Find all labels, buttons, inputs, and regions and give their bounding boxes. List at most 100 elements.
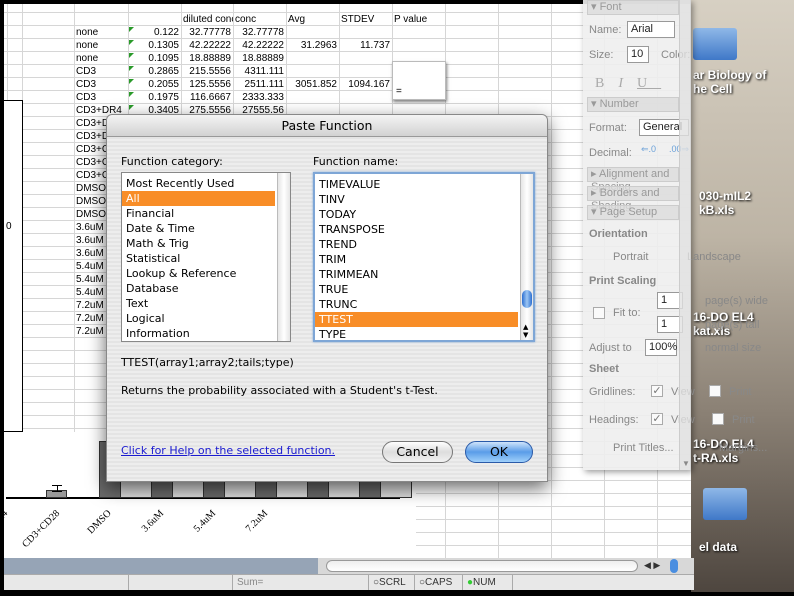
gridlines-print-checkbox[interactable]: [709, 385, 721, 397]
portrait-button[interactable]: Portrait: [613, 251, 648, 263]
error-indicator-icon: [129, 53, 134, 58]
function-item[interactable]: TREND: [315, 237, 518, 252]
category-item[interactable]: Information: [122, 326, 275, 341]
function-item[interactable]: TODAY: [315, 207, 518, 222]
category-list[interactable]: Most Recently Used All Financial Date & Tim…: [121, 172, 291, 342]
ok-button[interactable]: OK: [465, 441, 533, 463]
folder-icon[interactable]: [693, 28, 737, 60]
function-item[interactable]: TTEST: [315, 312, 518, 327]
font-section-header[interactable]: ▾ Font: [587, 0, 679, 15]
adjust-to-input[interactable]: 100%: [645, 339, 677, 356]
column-header-cell[interactable]: diluted conc: [181, 13, 233, 26]
cancel-button[interactable]: Cancel: [382, 441, 453, 463]
desktop-item-label[interactable]: ar Biology of: [693, 68, 766, 82]
landscape-button[interactable]: Landscape: [687, 251, 741, 263]
value-cell[interactable]: 42.22222: [181, 39, 233, 52]
alignment-section-header[interactable]: ▸ Alignment and Spacing: [587, 167, 679, 193]
category-label: Function category:: [121, 155, 223, 168]
chart-plot-edge[interactable]: 0: [4, 100, 23, 432]
value-cell[interactable]: 0.1095: [128, 52, 181, 65]
value-cell[interactable]: 0.2055: [128, 78, 181, 91]
column-header-cell[interactable]: conc: [233, 13, 286, 26]
value-cell[interactable]: 32.77778: [233, 26, 286, 39]
increase-decimal-icon[interactable]: ⇐.0: [641, 144, 656, 155]
category-item[interactable]: Financial: [122, 206, 275, 221]
value-cell[interactable]: 2511.111: [233, 78, 286, 91]
category-item[interactable]: Text: [122, 296, 275, 311]
column-header-cell[interactable]: Avg: [286, 13, 339, 26]
category-item[interactable]: Logical: [122, 311, 275, 326]
pages-wide-label: page(s) wide: [705, 295, 768, 307]
value-cell[interactable]: 0.1305: [128, 39, 181, 52]
category-item[interactable]: All: [122, 191, 275, 206]
value-cell[interactable]: 42.22222: [233, 39, 286, 52]
value-cell[interactable]: 18.88889: [181, 52, 233, 65]
scroll-track[interactable]: [326, 560, 638, 572]
format-label: Format:: [589, 122, 627, 134]
category-item[interactable]: Lookup & Reference: [122, 266, 275, 281]
gridlines-label: Gridlines:: [589, 386, 636, 398]
scroll-thumb[interactable]: [522, 290, 532, 308]
function-item[interactable]: TIMEVALUE: [315, 177, 518, 192]
headings-print-checkbox[interactable]: [712, 413, 724, 425]
borders-section-header[interactable]: ▸ Borders and Shading: [587, 186, 679, 212]
function-item[interactable]: TRIM: [315, 252, 518, 267]
category-item[interactable]: Math & Trig: [122, 236, 275, 251]
value-cell[interactable]: 2333.333: [233, 91, 286, 104]
category-scrollbar[interactable]: [277, 173, 290, 341]
font-name-input[interactable]: Arial: [627, 21, 675, 38]
split-handle[interactable]: [670, 559, 678, 573]
column-header-cell[interactable]: P value: [392, 13, 445, 26]
column-header-cell[interactable]: STDEV: [339, 13, 392, 26]
font-size-input[interactable]: 10: [627, 46, 649, 63]
desktop-item-label[interactable]: he Cell: [693, 82, 732, 96]
function-item[interactable]: TYPE: [315, 327, 518, 340]
headings-label: Headings:: [589, 414, 639, 426]
value-cell[interactable]: 0.2865: [128, 65, 181, 78]
palette-scrollbar[interactable]: ▼: [679, 0, 691, 470]
pages-tall-label: page(s) tall: [705, 319, 760, 331]
value-cell[interactable]: 116.6667: [181, 91, 233, 104]
value-cell[interactable]: 3051.852: [286, 78, 339, 91]
desktop-item-label[interactable]: 030-mIL2: [699, 189, 751, 203]
value-cell[interactable]: 0.122: [128, 26, 181, 39]
fit-to-checkbox[interactable]: [593, 307, 605, 319]
folder-icon[interactable]: [703, 488, 747, 520]
category-item[interactable]: Date & Time: [122, 221, 275, 236]
value-cell[interactable]: 11.737: [339, 39, 392, 52]
font-style-buttons[interactable]: BIU: [595, 76, 661, 92]
value-cell[interactable]: 0.1975: [128, 91, 181, 104]
function-item[interactable]: TINV: [315, 192, 518, 207]
category-item[interactable]: Statistical: [122, 251, 275, 266]
value-cell[interactable]: 31.2963: [286, 39, 339, 52]
scroll-left-arrow-icon[interactable]: ◀ ▶: [644, 560, 660, 571]
active-cell-editor[interactable]: =: [392, 61, 446, 100]
headings-view-checkbox[interactable]: ✓: [651, 413, 663, 425]
print-titles-button[interactable]: Print Titles...: [613, 442, 674, 454]
gridlines-view-checkbox[interactable]: ✓: [651, 385, 663, 397]
category-item[interactable]: Most Recently Used: [122, 176, 275, 191]
function-list[interactable]: TIMEVALUE TINV TODAY TRANSPOSE TREND TRIM TRIM…: [313, 172, 535, 342]
value-cell[interactable]: 215.5556: [181, 65, 233, 78]
category-item[interactable]: Database: [122, 281, 275, 296]
value-cell[interactable]: 125.5556: [181, 78, 233, 91]
desktop-item-label[interactable]: el data: [699, 540, 737, 554]
scrl-indicator: ○SCRL: [368, 575, 414, 590]
function-item[interactable]: TRUE: [315, 282, 518, 297]
value-cell[interactable]: 1094.167: [339, 78, 392, 91]
value-cell[interactable]: 18.88889: [233, 52, 286, 65]
help-link[interactable]: Click for Help on the selected function.: [121, 444, 335, 457]
function-item[interactable]: TRIMMEAN: [315, 267, 518, 282]
horizontal-scrollbar[interactable]: ◀ ▶: [4, 558, 694, 574]
number-section-header[interactable]: ▾ Number: [587, 97, 679, 112]
function-item[interactable]: TRUNC: [315, 297, 518, 312]
print-scaling-label: Print Scaling: [589, 275, 657, 287]
value-cell[interactable]: 32.77778: [181, 26, 233, 39]
function-description: Returns the probability associated with …: [121, 384, 438, 397]
function-item[interactable]: TRANSPOSE: [315, 222, 518, 237]
value-cell[interactable]: 4311.111: [233, 65, 286, 78]
margins-button[interactable]: Margins...: [719, 442, 767, 454]
page-setup-section-header[interactable]: ▾ Page Setup: [587, 205, 679, 220]
function-scrollbar[interactable]: ▲ ▼: [520, 174, 533, 340]
desktop-item-label[interactable]: kB.xls: [699, 203, 734, 217]
